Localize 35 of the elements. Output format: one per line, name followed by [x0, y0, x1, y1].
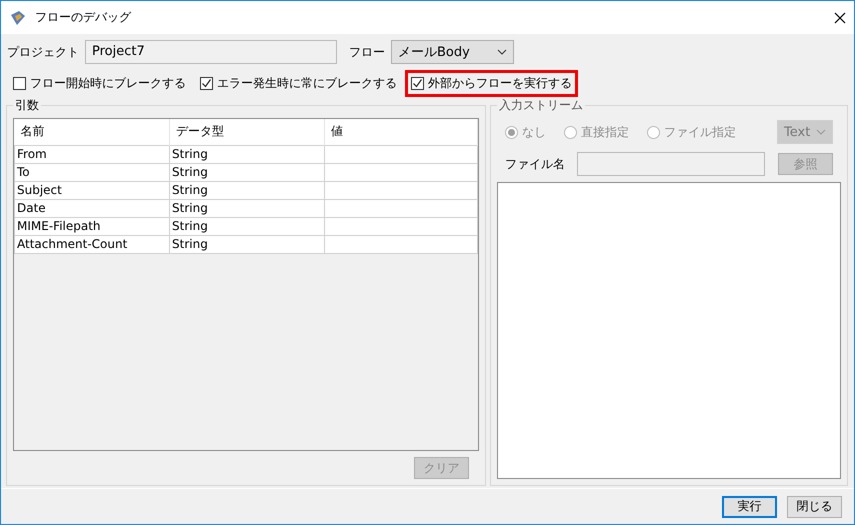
table-cell: Date: [14, 199, 170, 217]
table-cell: String: [170, 163, 324, 181]
table-cell: To: [14, 163, 170, 181]
file-name-label: ファイル名: [505, 156, 565, 172]
input-stream-title: 入力ストリーム: [498, 97, 584, 114]
table-cell: From: [14, 145, 170, 163]
close-button[interactable]: 閉じる: [787, 496, 842, 518]
table-cell: String: [170, 199, 324, 217]
table-cell: String: [170, 145, 324, 163]
app-icon: [9, 8, 27, 26]
table-cell: Subject: [14, 181, 170, 199]
highlighted-checkbox[interactable]: 外部からフローを実行する: [405, 70, 578, 97]
chevron-down-icon: [816, 129, 826, 135]
table-cell: MIME-Filepath: [14, 217, 170, 235]
flow-label: フロー: [349, 44, 385, 60]
project-label: プロジェクト: [7, 44, 79, 60]
table-cell: String: [170, 217, 324, 235]
input-text-area[interactable]: [497, 182, 841, 479]
table-cell: String: [170, 235, 324, 253]
column-header[interactable]: 名前: [14, 119, 170, 145]
project-field[interactable]: Project7: [85, 40, 337, 64]
column-header[interactable]: 値: [324, 119, 478, 145]
flow-dropdown[interactable]: メールBody: [391, 40, 514, 64]
checkbox[interactable]: フロー開始時にブレークする: [7, 70, 192, 97]
check-icon: [412, 78, 423, 89]
window-title: フローのデバッグ: [35, 9, 132, 26]
chevron-down-icon: [497, 49, 507, 55]
checkbox[interactable]: エラー発生時に常にブレークする: [194, 70, 403, 97]
close-icon[interactable]: [834, 12, 846, 24]
table-cell: String: [170, 181, 324, 199]
check-icon: [201, 78, 212, 89]
arguments-title: 引数: [14, 97, 40, 114]
column-header[interactable]: データ型: [170, 119, 324, 145]
run-button[interactable]: 実行: [722, 496, 777, 518]
table-cell: Attachment-Count: [14, 235, 170, 253]
